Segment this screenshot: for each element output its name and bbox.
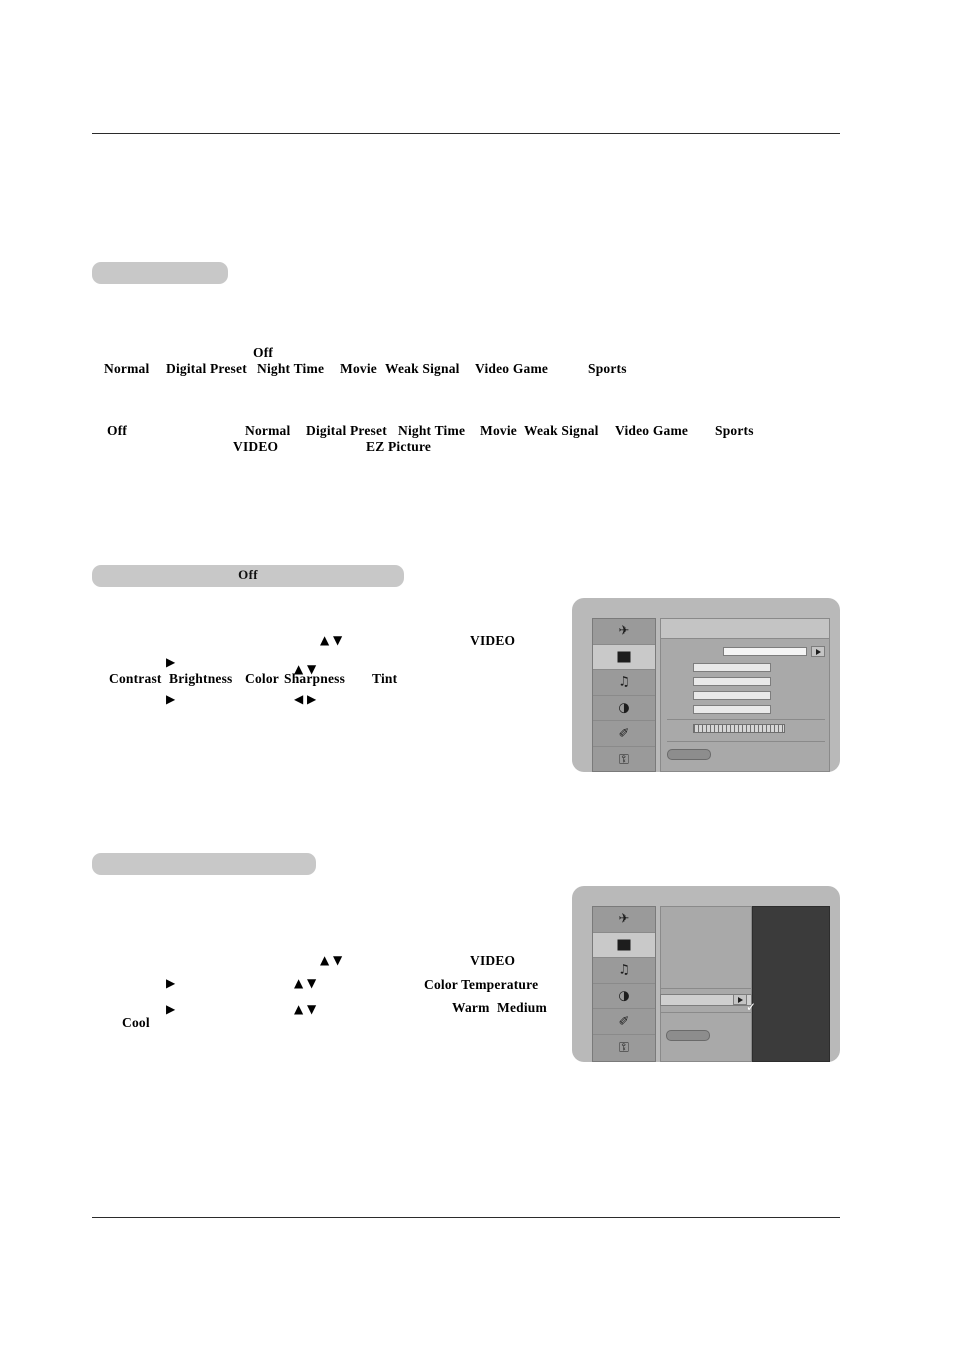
antenna-icon: ✈ (618, 623, 630, 639)
picture-adjust-term-7: Sharpness (284, 671, 346, 686)
osd-icon-rail[interactable]: ✈ ♫ ◑ ✐ ⚿ (592, 618, 656, 772)
header-rule (92, 133, 840, 134)
osd-divider (667, 719, 825, 720)
ez-picture-preset-6: Sports (588, 361, 627, 376)
osd-row-contrast[interactable] (693, 663, 771, 672)
osd-row-color-temperature[interactable] (660, 994, 752, 1006)
ez-picture-preset-b-7: Sports (715, 423, 754, 438)
rail-item-option-icon[interactable]: ✐ (593, 721, 655, 747)
footer-rule (92, 1217, 840, 1218)
rail-item-audio-icon[interactable]: ♫ (593, 958, 655, 984)
osd-checkmark-icon: ✓ (746, 1000, 757, 1014)
option-icon: ✐ (618, 726, 630, 742)
picture-adjust-term-0: ▲ ▼ (320, 633, 343, 647)
osd-row-color[interactable] (693, 691, 771, 700)
section-banner-picture-menu (92, 262, 228, 284)
picture-icon (617, 939, 631, 951)
ez-picture-menu-0: VIDEO (233, 439, 279, 454)
ez-picture-term-0: Off (253, 345, 274, 360)
color-temp-term-7: Warm (452, 1000, 490, 1015)
osd-footer-pill[interactable] (667, 749, 711, 760)
rail-item-lock-icon[interactable]: ⚿ (593, 1035, 655, 1061)
ez-picture-preset-b-2: Digital Preset (306, 423, 387, 438)
ez-picture-preset-2: Night Time (257, 361, 325, 376)
color-temperature-osd: ✈ ♫ ◑ ✐ ⚿ ✓ (572, 886, 840, 1062)
picture-adjust-term-4: Brightness (169, 671, 233, 686)
ez-picture-preset-5: Video Game (475, 361, 549, 376)
osd-preview-panel (752, 906, 830, 1062)
picture-adjust-term-1: VIDEO (470, 633, 516, 648)
osd-content-panel (660, 618, 830, 772)
color-temp-term-0: ▲ ▼ (320, 953, 343, 967)
rail-item-time-icon[interactable]: ◑ (593, 984, 655, 1010)
osd-row-brightness[interactable] (693, 677, 771, 686)
osd-divider-4 (660, 1012, 752, 1013)
color-temp-term-6: ▲ ▼ (294, 1002, 317, 1016)
picture-adjust-term-5: Color (245, 671, 279, 686)
ez-picture-preset-1: Digital Preset (166, 361, 247, 376)
color-temp-term-5: ▶ (166, 1002, 176, 1016)
lock-icon: ⚿ (619, 752, 629, 768)
ez-picture-preset-b-0: Off (107, 423, 128, 438)
color-temp-term-9: Cool (122, 1015, 150, 1030)
osd-icon-rail-2[interactable]: ✈ ♫ ◑ ✐ ⚿ (592, 906, 656, 1062)
osd-divider-2 (667, 741, 825, 742)
document-page: Off Off Normal Digital Preset Night Time Mov… (0, 0, 954, 1351)
osd-right-arrow-icon-2[interactable] (733, 994, 747, 1005)
color-temp-term-4: Color Temperature (424, 977, 539, 992)
ez-picture-preset-4: Weak Signal (385, 361, 460, 376)
time-icon: ◑ (618, 700, 630, 716)
osd-row-preset[interactable] (723, 647, 807, 656)
color-temp-term-2: ▶ (166, 976, 176, 990)
picture-icon (617, 651, 631, 663)
picture-adjust-term-2: ▶ (166, 655, 176, 669)
rail-item-lock-icon[interactable]: ⚿ (593, 747, 655, 773)
osd-footer-pill-2[interactable] (666, 1030, 710, 1041)
picture-menu-osd: ✈ ♫ ◑ ✐ ⚿ (572, 598, 840, 772)
rail-item-time-icon[interactable]: ◑ (593, 696, 655, 722)
picture-adjust-term-10: ◀ ▶ (294, 692, 317, 706)
ez-picture-preset-b-3: Night Time (398, 423, 466, 438)
rail-item-option-icon[interactable]: ✐ (593, 1009, 655, 1035)
antenna-icon: ✈ (618, 911, 630, 927)
osd-slider-track[interactable] (693, 724, 785, 733)
rail-item-antenna-icon[interactable]: ✈ (593, 619, 655, 645)
ez-picture-menu-1: EZ Picture (366, 439, 432, 454)
section-banner-ez-picture-label: Off (238, 567, 258, 582)
osd-title-bar (661, 619, 829, 639)
ez-picture-preset-b-5: Weak Signal (524, 423, 599, 438)
ez-picture-preset-b-4: Movie (480, 423, 517, 438)
option-icon: ✐ (618, 1014, 630, 1030)
picture-adjust-term-8: Tint (372, 671, 398, 686)
audio-icon: ♫ (618, 674, 630, 690)
color-temp-term-8: Medium (497, 1000, 547, 1015)
section-banner-ez-picture: Off (92, 565, 404, 587)
rail-item-picture-icon[interactable] (593, 932, 655, 959)
color-temp-term-3: ▲ ▼ (294, 976, 317, 990)
section-banner-color-temperature (92, 853, 316, 875)
ez-picture-preset-0: Normal (104, 361, 150, 376)
rail-item-antenna-icon[interactable]: ✈ (593, 907, 655, 933)
picture-adjust-term-9: ▶ (166, 692, 176, 706)
time-icon: ◑ (618, 988, 630, 1004)
ez-picture-preset-b-1: Normal (245, 423, 291, 438)
rail-item-audio-icon[interactable]: ♫ (593, 670, 655, 696)
ez-picture-preset-3: Movie (340, 361, 377, 376)
rail-item-picture-icon[interactable] (593, 644, 655, 671)
color-temp-term-1: VIDEO (470, 953, 516, 968)
osd-right-arrow-icon[interactable] (811, 646, 825, 657)
lock-icon: ⚿ (619, 1040, 629, 1056)
osd-row-sharpness[interactable] (693, 705, 771, 714)
audio-icon: ♫ (618, 962, 630, 978)
osd-divider-3 (660, 988, 752, 989)
ez-picture-preset-b-6: Video Game (615, 423, 689, 438)
picture-adjust-term-3: Contrast (109, 671, 162, 686)
